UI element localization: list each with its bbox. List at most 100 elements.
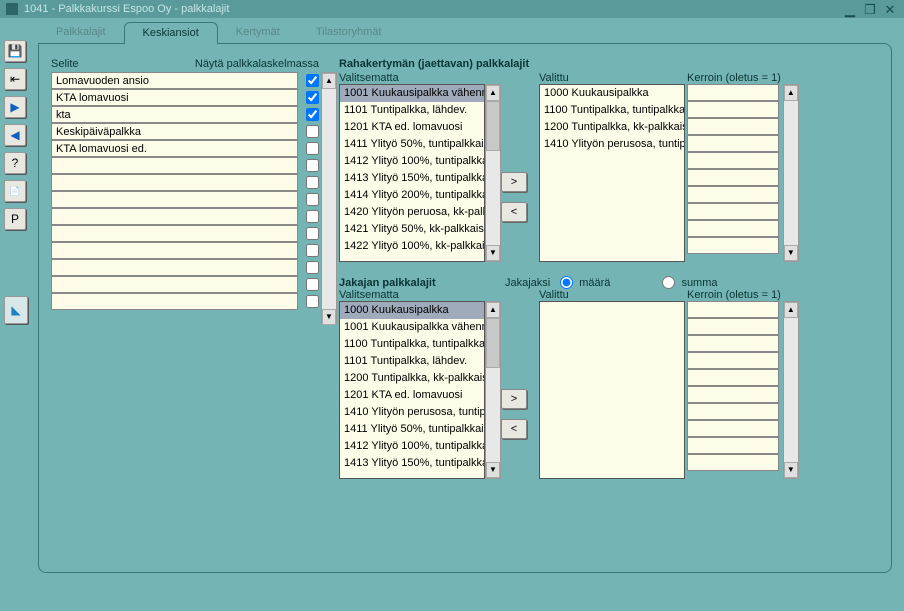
list-item[interactable]: 1000 Kuukausipalkka bbox=[340, 302, 484, 319]
list-item[interactable]: 1413 Ylityö 150%, tuntipalkka bbox=[340, 455, 484, 472]
nayta-checkbox[interactable] bbox=[306, 227, 319, 240]
kerroin-input[interactable] bbox=[687, 84, 779, 101]
selite-input[interactable] bbox=[51, 259, 298, 276]
scrollbar[interactable]: ▲ ▼ bbox=[485, 84, 501, 262]
section1-unselected-list[interactable]: 1001 Kuukausipalkka vähenn1101 Tuntipalk… bbox=[339, 84, 485, 262]
scrollbar[interactable]: ▲ ▼ bbox=[783, 301, 799, 479]
section2-unselected-list[interactable]: 1000 Kuukausipalkka1001 Kuukausipalkka v… bbox=[339, 301, 485, 479]
radio-maara[interactable] bbox=[560, 276, 573, 289]
selite-input[interactable] bbox=[51, 157, 298, 174]
kerroin-input[interactable] bbox=[687, 135, 779, 152]
list-item[interactable]: 1100 Tuntipalkka, tuntipalkkai bbox=[340, 336, 484, 353]
kerroin-input[interactable] bbox=[687, 118, 779, 135]
nayta-checkbox[interactable] bbox=[306, 176, 319, 189]
kerroin-input[interactable] bbox=[687, 101, 779, 118]
kerroin-input[interactable] bbox=[687, 386, 779, 403]
scrollbar[interactable]: ▲ ▼ bbox=[783, 84, 799, 262]
p-button[interactable]: P bbox=[4, 208, 26, 230]
scrollbar[interactable]: ▲ ▼ bbox=[485, 301, 501, 479]
selite-input[interactable] bbox=[51, 140, 298, 157]
selite-input[interactable] bbox=[51, 123, 298, 140]
list-item[interactable]: 1414 Ylityö 200%, tuntipalkka bbox=[340, 187, 484, 204]
nayta-checkbox[interactable] bbox=[306, 244, 319, 257]
scroll-down-icon[interactable]: ▼ bbox=[322, 309, 336, 325]
section2-selected-list[interactable] bbox=[539, 301, 685, 479]
kerroin-input[interactable] bbox=[687, 420, 779, 437]
list-item[interactable]: 1100 Tuntipalkka, tuntipalkkai bbox=[540, 102, 684, 119]
list-item[interactable]: 1000 Kuukausipalkka bbox=[540, 85, 684, 102]
selite-input[interactable] bbox=[51, 72, 298, 89]
list-item[interactable]: 1411 Ylityö 50%, tuntipalkkais bbox=[340, 136, 484, 153]
nayta-checkbox[interactable] bbox=[306, 210, 319, 223]
close-icon[interactable]: ✕ bbox=[882, 2, 898, 16]
list-item[interactable]: 1413 Ylityö 150%, tuntipalkka bbox=[340, 170, 484, 187]
nayta-checkbox[interactable] bbox=[306, 295, 319, 308]
kerroin-input[interactable] bbox=[687, 186, 779, 203]
nayta-checkbox[interactable] bbox=[306, 193, 319, 206]
nayta-checkbox[interactable] bbox=[306, 278, 319, 291]
save-button[interactable]: 💾 bbox=[4, 40, 26, 62]
selite-input[interactable] bbox=[51, 276, 298, 293]
next-button[interactable]: ▶ bbox=[4, 96, 26, 118]
restore-icon[interactable]: ❐ bbox=[862, 2, 878, 16]
nav-button[interactable]: ◣ bbox=[4, 296, 28, 324]
kerroin-input[interactable] bbox=[687, 437, 779, 454]
scroll-up-icon[interactable]: ▲ bbox=[784, 302, 798, 318]
selite-input[interactable] bbox=[51, 225, 298, 242]
list-item[interactable]: 1410 Ylityön perusosa, tuntip bbox=[540, 136, 684, 153]
list-item[interactable]: 1201 KTA ed. lomavuosi bbox=[340, 119, 484, 136]
list-item[interactable]: 1001 Kuukausipalkka vähenn bbox=[340, 319, 484, 336]
prev-button[interactable]: ◀ bbox=[4, 124, 26, 146]
selite-input[interactable] bbox=[51, 106, 298, 123]
list-item[interactable]: 1412 Ylityö 100%, tuntipalkka bbox=[340, 153, 484, 170]
nayta-checkbox[interactable] bbox=[306, 74, 319, 87]
nayta-checkbox[interactable] bbox=[306, 108, 319, 121]
help-button[interactable]: ? bbox=[4, 152, 26, 174]
kerroin-input[interactable] bbox=[687, 318, 779, 335]
kerroin-input[interactable] bbox=[687, 454, 779, 471]
move-right-button[interactable]: > bbox=[501, 172, 527, 192]
list-item[interactable]: 1001 Kuukausipalkka vähenn bbox=[340, 85, 484, 102]
minimize-icon[interactable]: ▁ bbox=[842, 2, 858, 16]
list-item[interactable]: 1421 Ylityö 50%, kk-palkkaise bbox=[340, 221, 484, 238]
list-item[interactable]: 1411 Ylityö 50%, tuntipalkkais bbox=[340, 421, 484, 438]
tab-tilastoryhmat[interactable]: Tilastoryhmät bbox=[298, 22, 400, 44]
kerroin-input[interactable] bbox=[687, 301, 779, 318]
tab-keskiansiot[interactable]: Keskiansiot bbox=[124, 22, 218, 44]
kerroin-input[interactable] bbox=[687, 369, 779, 386]
section1-selected-list[interactable]: 1000 Kuukausipalkka1100 Tuntipalkka, tun… bbox=[539, 84, 685, 262]
selite-input[interactable] bbox=[51, 89, 298, 106]
selite-input[interactable] bbox=[51, 293, 298, 310]
exit-button[interactable]: ⇤ bbox=[4, 68, 26, 90]
kerroin-input[interactable] bbox=[687, 335, 779, 352]
tab-palkkalajit[interactable]: Palkkalajit bbox=[38, 22, 124, 44]
scroll-up-icon[interactable]: ▲ bbox=[784, 85, 798, 101]
tool-button[interactable]: 📄 bbox=[4, 180, 26, 202]
move-right-button[interactable]: > bbox=[501, 389, 527, 409]
selite-input[interactable] bbox=[51, 191, 298, 208]
list-item[interactable]: 1201 KTA ed. lomavuosi bbox=[340, 387, 484, 404]
list-item[interactable]: 1200 Tuntipalkka, kk-palkkais bbox=[540, 119, 684, 136]
scrollbar[interactable]: ▲▼ bbox=[321, 72, 337, 324]
kerroin-input[interactable] bbox=[687, 352, 779, 369]
scroll-up-icon[interactable]: ▲ bbox=[486, 302, 500, 318]
scroll-down-icon[interactable]: ▼ bbox=[486, 245, 500, 261]
nayta-checkbox[interactable] bbox=[306, 125, 319, 138]
radio-summa[interactable] bbox=[662, 276, 675, 289]
scroll-down-icon[interactable]: ▼ bbox=[486, 462, 500, 478]
list-item[interactable]: 1410 Ylityön perusosa, tuntip bbox=[340, 404, 484, 421]
list-item[interactable]: 1412 Ylityö 100%, tuntipalkka bbox=[340, 438, 484, 455]
kerroin-input[interactable] bbox=[687, 220, 779, 237]
move-left-button[interactable]: < bbox=[501, 202, 527, 222]
scroll-down-icon[interactable]: ▼ bbox=[784, 462, 798, 478]
kerroin-input[interactable] bbox=[687, 152, 779, 169]
list-item[interactable]: 1420 Ylityön peruosa, kk-pall bbox=[340, 204, 484, 221]
move-left-button[interactable]: < bbox=[501, 419, 527, 439]
kerroin-input[interactable] bbox=[687, 169, 779, 186]
nayta-checkbox[interactable] bbox=[306, 91, 319, 104]
scroll-up-icon[interactable]: ▲ bbox=[486, 85, 500, 101]
list-item[interactable]: 1422 Ylityö 100%, kk-palkkais bbox=[340, 238, 484, 255]
tab-kertymat[interactable]: Kertymät bbox=[218, 22, 298, 44]
selite-input[interactable] bbox=[51, 208, 298, 225]
nayta-checkbox[interactable] bbox=[306, 159, 319, 172]
